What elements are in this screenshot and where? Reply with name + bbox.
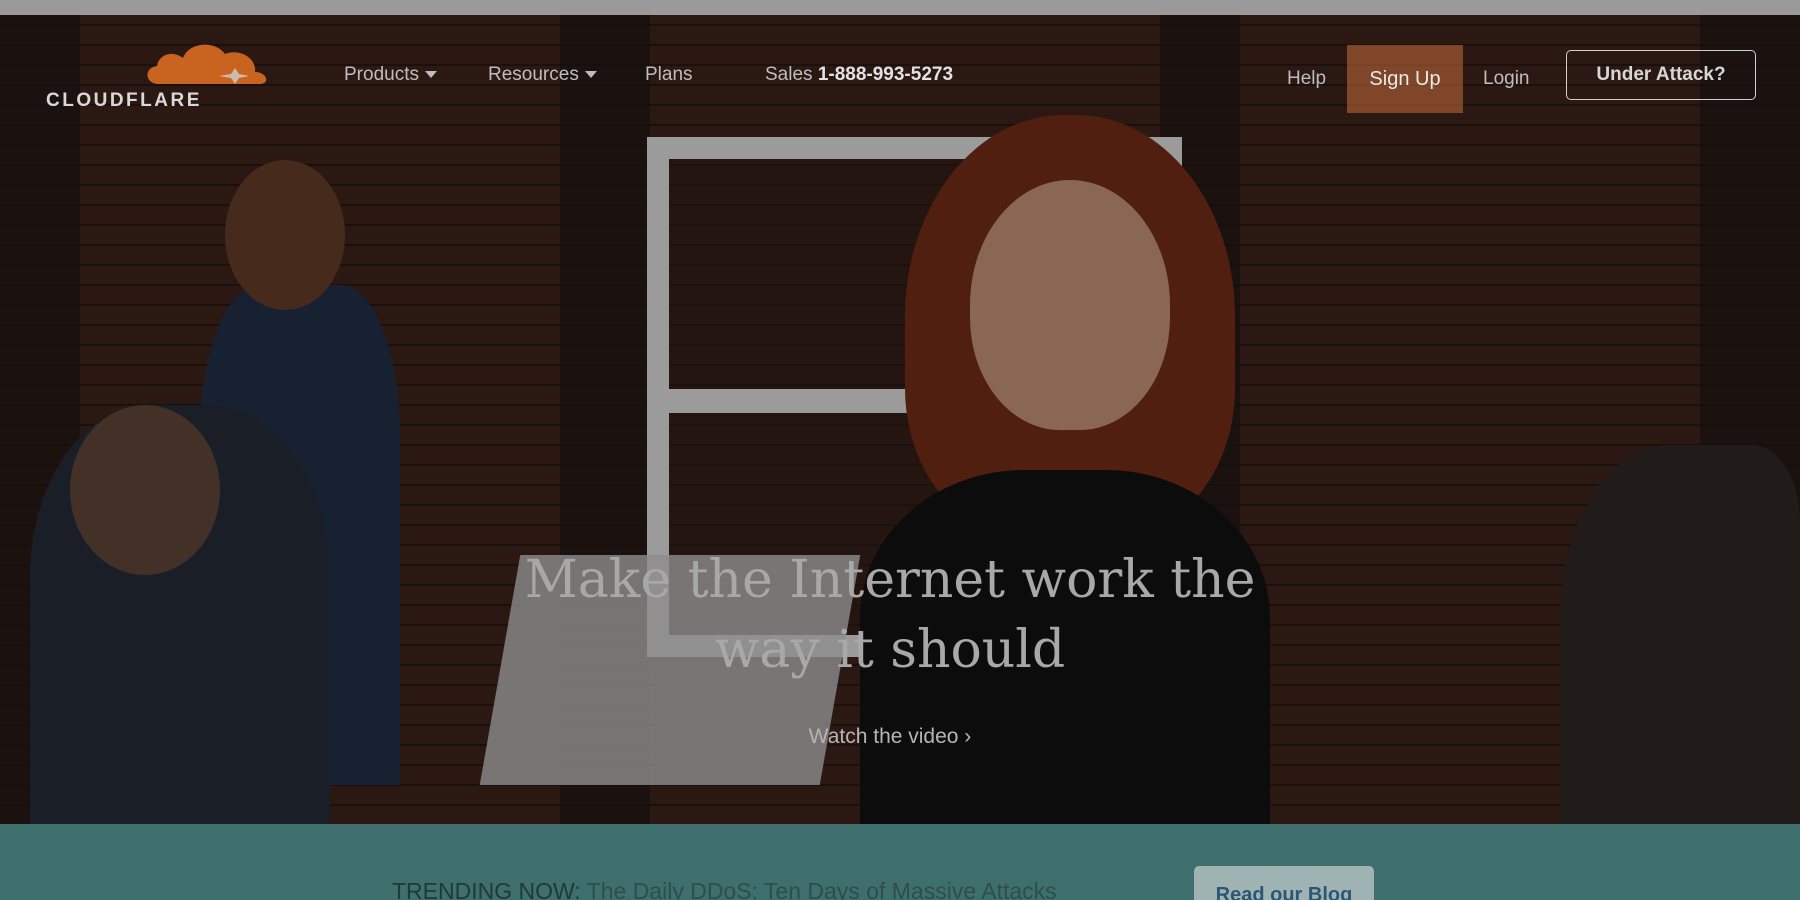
nav-products[interactable]: Products bbox=[344, 64, 437, 86]
hero-background bbox=[0, 15, 1800, 824]
hero-overlay bbox=[0, 15, 1800, 824]
browser-top-strip bbox=[0, 0, 1800, 15]
watch-video-link[interactable]: Watch the video › bbox=[700, 725, 1080, 749]
nav-plans[interactable]: Plans bbox=[645, 64, 693, 86]
caret-down-icon bbox=[424, 71, 437, 79]
nav-resources[interactable]: Resources bbox=[488, 64, 597, 86]
sales-phone-number[interactable]: 1-888-993-5273 bbox=[818, 64, 953, 85]
cloudflare-logo[interactable]: CLOUDFLARE bbox=[46, 40, 267, 114]
headline-line-2: way it should bbox=[714, 620, 1066, 680]
logo-wordmark: CLOUDFLARE bbox=[46, 90, 202, 111]
caret-down-icon bbox=[584, 71, 597, 79]
nav-login[interactable]: Login bbox=[1483, 68, 1530, 90]
under-attack-button[interactable]: Under Attack? bbox=[1566, 50, 1756, 100]
headline-line-1: Make the Internet work the bbox=[524, 550, 1256, 610]
cloud-logo-icon bbox=[147, 44, 267, 84]
trending-label: TRENDING NOW: bbox=[392, 878, 581, 900]
nav-resources-label: Resources bbox=[488, 64, 579, 85]
sign-up-button[interactable]: Sign Up bbox=[1347, 45, 1463, 113]
nav-products-label: Products bbox=[344, 64, 419, 85]
read-blog-button[interactable]: Read our Blog bbox=[1194, 866, 1374, 900]
trending-text: TRENDING NOW: The Daily DDoS: Ten Days o… bbox=[392, 878, 1057, 900]
trending-banner: TRENDING NOW: The Daily DDoS: Ten Days o… bbox=[0, 824, 1800, 900]
sales-label: Sales bbox=[765, 64, 813, 85]
nav-help[interactable]: Help bbox=[1287, 68, 1326, 90]
trending-link[interactable]: The Daily DDoS: Ten Days of Massive Atta… bbox=[587, 878, 1057, 900]
nav-sales[interactable]: Sales 1-888-993-5273 bbox=[765, 64, 953, 86]
hero-headline: Make the Internet work the way it should bbox=[500, 545, 1280, 685]
